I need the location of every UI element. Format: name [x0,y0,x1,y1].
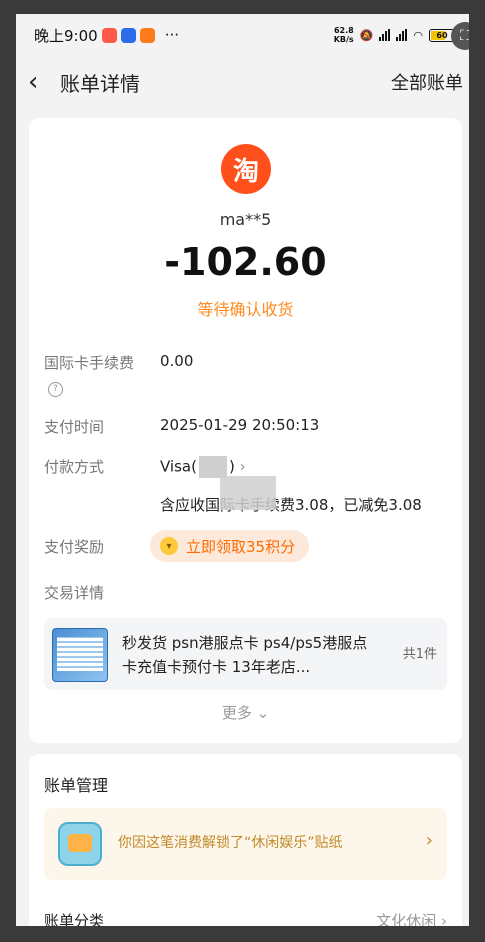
pay-time-label: 支付时间 [44,418,105,436]
signal-icon [396,29,408,41]
payment-method-value[interactable]: Visa() › [160,456,246,478]
more-button[interactable]: 更多 ⌄ [29,702,462,723]
bill-management-card: 账单管理 你因这笔消费解锁了“休闲娱乐”贴纸 › 账单分类 文化休闲 › [29,754,462,926]
pay-time-value: 2025-01-29 20:50:13 [160,416,320,434]
network-speed: 62.8 KB/s [333,26,354,44]
help-icon[interactable]: ? [48,382,63,397]
order-status: 等待确认收货 [197,300,294,319]
phone-screen: 晚上9:00 ··· 62.8 KB/s 🔕 ◠ 60 ⛶ ‹ 账单详情 全部账… [16,14,469,926]
trade-detail-label: 交易详情 [44,584,105,602]
bill-amount: -102.60 [164,240,327,284]
merchant-name: ma**5 [219,210,272,229]
sticker-text: 你因这笔消费解锁了“休闲娱乐”贴纸 [118,835,343,851]
chevron-down-icon: ⌄ [251,704,270,722]
wifi-icon: ◠ [413,28,423,42]
product-thumbnail [52,628,108,682]
product-item[interactable]: 秒发货 psn港服点卡 ps4/ps5港服点卡充值卡预付卡 13年老店... 共… [44,618,447,690]
claim-points-button[interactable]: ▾ 立即领取35积分 [150,530,310,562]
reward-label: 支付奖励 [44,538,105,556]
category-label: 账单分类 [44,912,105,926]
mute-icon: 🔕 [359,28,374,42]
app-notification-icon [120,27,136,43]
fee-label: 国际卡手续费 [44,354,135,372]
all-bills-link[interactable]: 全部账单 [391,69,463,95]
status-time: 晚上9:00 [34,26,98,45]
payment-method-label: 付款方式 [44,458,105,476]
fee-value: 0.00 [160,352,194,370]
fee-note: 含应收国际卡手续费3.08，已减免3.08 [160,496,422,514]
management-title: 账单管理 [44,776,109,795]
chevron-right-icon: › [239,457,246,476]
nav-bar: ‹ 账单详情 全部账单 [16,64,469,100]
more-notifications-icon: ··· [164,26,179,44]
chevron-right-icon: › [425,830,433,851]
category-value: 文化休闲 › [376,912,447,926]
watermark-overlay [220,476,276,510]
sticker-banner[interactable]: 你因这笔消费解锁了“休闲娱乐”贴纸 › [44,808,447,880]
page-title: 账单详情 [60,71,140,96]
tv-sticker-icon [58,822,102,866]
coin-icon: ▾ [160,537,178,555]
masked-card-number [198,456,227,478]
signal-icon [379,29,391,41]
status-bar: 晚上9:00 ··· 62.8 KB/s 🔕 ◠ 60 [16,14,469,56]
product-count: 共1件 [402,647,437,662]
bill-detail-card: 淘 ma**5 -102.60 等待确认收货 国际卡手续费 ? 0.00 支付时… [29,118,462,743]
app-notification-icon [101,27,117,43]
merchant-logo: 淘 [221,144,271,194]
back-icon[interactable]: ‹ [28,67,52,97]
product-title: 秒发货 psn港服点卡 ps4/ps5港服点卡充值卡预付卡 13年老店... [122,634,368,676]
app-notification-icon [139,27,155,43]
